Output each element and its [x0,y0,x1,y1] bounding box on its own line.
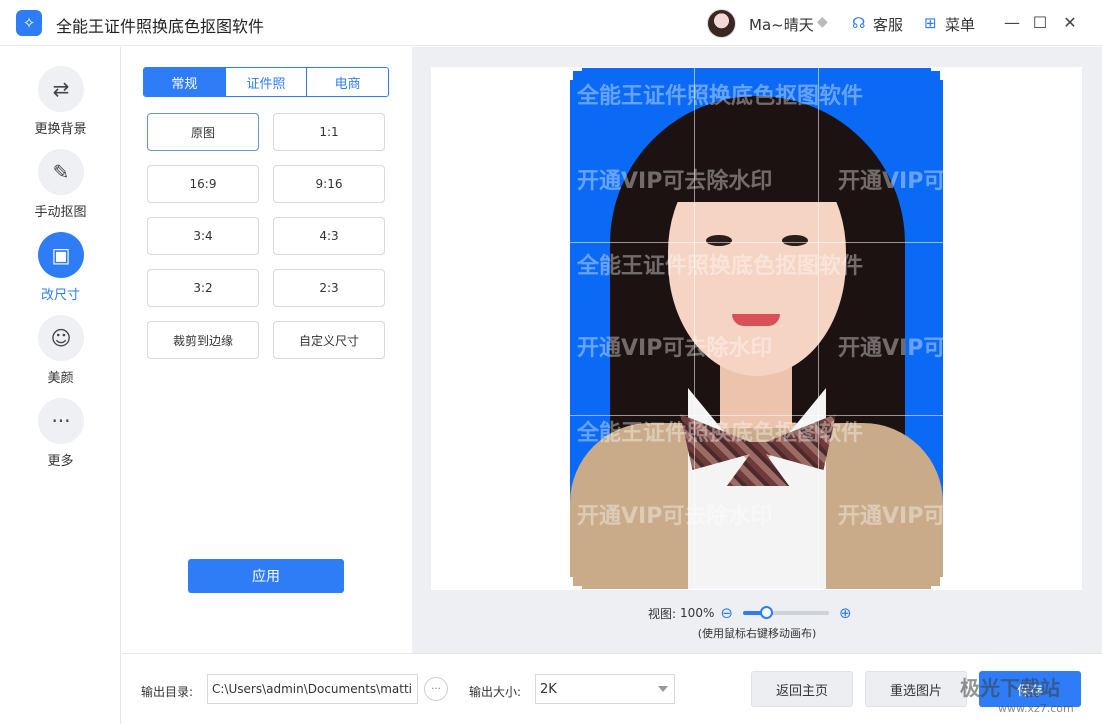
site-watermark-url: www.xz7.com [998,702,1074,715]
crop-grid-line [570,415,943,416]
crop-handle-bottom-right[interactable] [931,577,943,589]
crop-to-edge-button[interactable]: 裁剪到边缘 [147,321,259,359]
watermark-text: 全能王证件照换底色抠图软件 [577,421,864,446]
diamond-icon[interactable]: ◆ [817,14,828,30]
headset-icon[interactable]: ☊ [852,14,865,32]
sidebar-item-more[interactable]: ··· 更多 [0,398,121,472]
zoom-slider[interactable] [742,606,829,619]
more-dots-icon: ··· [38,398,84,444]
zoom-out-icon[interactable]: ⊖ [720,604,733,622]
watermark-text: 开通VIP可去除水印 [838,336,943,361]
service-button[interactable]: 客服 [873,14,903,35]
canvas-area: 全能王证件照换底色抠图软件 开通VIP可去除水印 开通VIP可去除水印 全能王证… [412,47,1102,653]
app-logo-icon: ✧ [16,10,42,36]
ratio-original-button[interactable]: 原图 [147,113,259,151]
photo-mouth [732,314,780,326]
ratio-4-3-button[interactable]: 4:3 [273,217,385,255]
user-avatar[interactable] [707,9,736,38]
output-size-label: 输出大小: [469,685,522,699]
apply-button[interactable]: 应用 [188,559,344,593]
swap-icon: ⇄ [38,66,84,112]
sidebar-item-label: 更多 [47,454,74,469]
tab-id-photo[interactable]: 证件照 [225,68,308,96]
resize-settings-panel: 常规 证件照 电商 原图 1:1 16:9 9:16 3:4 4:3 3:2 2… [122,47,411,653]
chevron-down-icon [658,686,668,692]
sidebar-item-label: 改尺寸 [40,288,80,303]
zoom-value: 100% [680,606,715,620]
crop-grid-line [818,68,819,589]
app-title: 全能王证件照换底色抠图软件 [56,17,265,36]
tab-ecommerce[interactable]: 电商 [307,68,388,96]
photo-eye-right [782,235,808,246]
zoom-slider-thumb[interactable] [759,606,773,619]
ratio-3-4-button[interactable]: 3:4 [147,217,259,255]
watermark-text: 全能王证件照换底色抠图软件 [577,84,864,109]
ratio-1-1-button[interactable]: 1:1 [273,113,385,151]
ratio-3-2-button[interactable]: 3:2 [147,269,259,307]
sidebar-item-manual-cutout[interactable]: ✎ 手动抠图 [0,149,121,223]
sidebar-item-beauty[interactable]: ☺ 美颜 [0,315,121,389]
ratio-tabs: 常规 证件照 电商 [143,67,389,97]
zoom-control: 视图: 100% ⊖ ⊕ [648,604,858,622]
ratio-9-16-button[interactable]: 9:16 [273,165,385,203]
watermark-text: 开通VIP可去除水印 [577,336,773,361]
canvas-hint: (使用鼠标右键移动画布) [697,627,817,640]
back-home-button[interactable]: 返回主页 [751,671,853,707]
sidebar: ⇄ 更换背景 ✎ 手动抠图 ▣ 改尺寸 ☺ 美颜 ··· 更多 [0,47,121,724]
reselect-image-button[interactable]: 重选图片 [865,671,967,707]
zoom-in-icon[interactable]: ⊕ [839,604,852,622]
watermark-text: 开通VIP可去除水印 [577,504,773,529]
preview-canvas[interactable]: 全能王证件照换底色抠图软件 开通VIP可去除水印 开通VIP可去除水印 全能王证… [431,67,1082,590]
ratio-16-9-button[interactable]: 16:9 [147,165,259,203]
output-dir-label: 输出目录: [141,685,194,699]
smile-face-icon: ☺ [38,315,84,361]
crop-grid-line [570,242,943,243]
crop-handle-top-left[interactable] [570,68,582,80]
user-name[interactable]: Ma~晴天 [749,14,814,35]
bottom-bar: 输出目录: ··· 输出大小: 2K 返回主页 重选图片 保存 极光下载站 ww… [122,653,1102,724]
browse-folder-button[interactable]: ··· [424,677,448,701]
zoom-label: 视图: [648,606,677,621]
menu-button[interactable]: 菜单 [945,14,975,35]
site-watermark-logo: 极光下载站 [960,676,1060,700]
ratio-2-3-button[interactable]: 2:3 [273,269,385,307]
close-button[interactable]: ✕ [1058,10,1082,34]
magic-wand-icon: ✎ [38,149,84,195]
grid-menu-icon[interactable]: ⊞ [924,14,937,32]
tab-general[interactable]: 常规 [144,68,226,96]
minimize-button[interactable]: — [1000,10,1024,34]
photo-eye-left [706,235,732,246]
crop-grid-line [694,68,695,589]
watermark-text: 全能王证件照换底色抠图软件 [577,254,864,279]
watermark-text: 开通VIP可去除水印 [577,169,773,194]
output-size-value: 2K [540,681,557,697]
watermark-text: 开通VIP可去除水印 [838,504,943,529]
watermark-text: 开通VIP可去除水印 [838,169,943,194]
title-bar: ✧ 全能王证件照换底色抠图软件 Ma~晴天 ◆ ☊ 客服 ⊞ 菜单 — ☐ ✕ [0,0,1102,46]
sidebar-item-label: 更换背景 [34,122,87,137]
output-dir-input[interactable] [207,674,418,704]
portrait-photo[interactable]: 全能王证件照换底色抠图软件 开通VIP可去除水印 开通VIP可去除水印 全能王证… [570,68,943,589]
crop-handle-top-right[interactable] [931,68,943,80]
maximize-button[interactable]: ☐ [1028,10,1052,34]
sidebar-item-label: 手动抠图 [34,205,87,220]
sidebar-item-resize[interactable]: ▣ 改尺寸 [0,232,121,306]
crop-image-icon: ▣ [38,232,84,278]
sidebar-item-change-background[interactable]: ⇄ 更换背景 [0,66,121,140]
sidebar-item-label: 美颜 [47,371,74,386]
output-size-select[interactable]: 2K [535,674,675,704]
crop-handle-bottom-left[interactable] [570,577,582,589]
custom-size-button[interactable]: 自定义尺寸 [273,321,385,359]
